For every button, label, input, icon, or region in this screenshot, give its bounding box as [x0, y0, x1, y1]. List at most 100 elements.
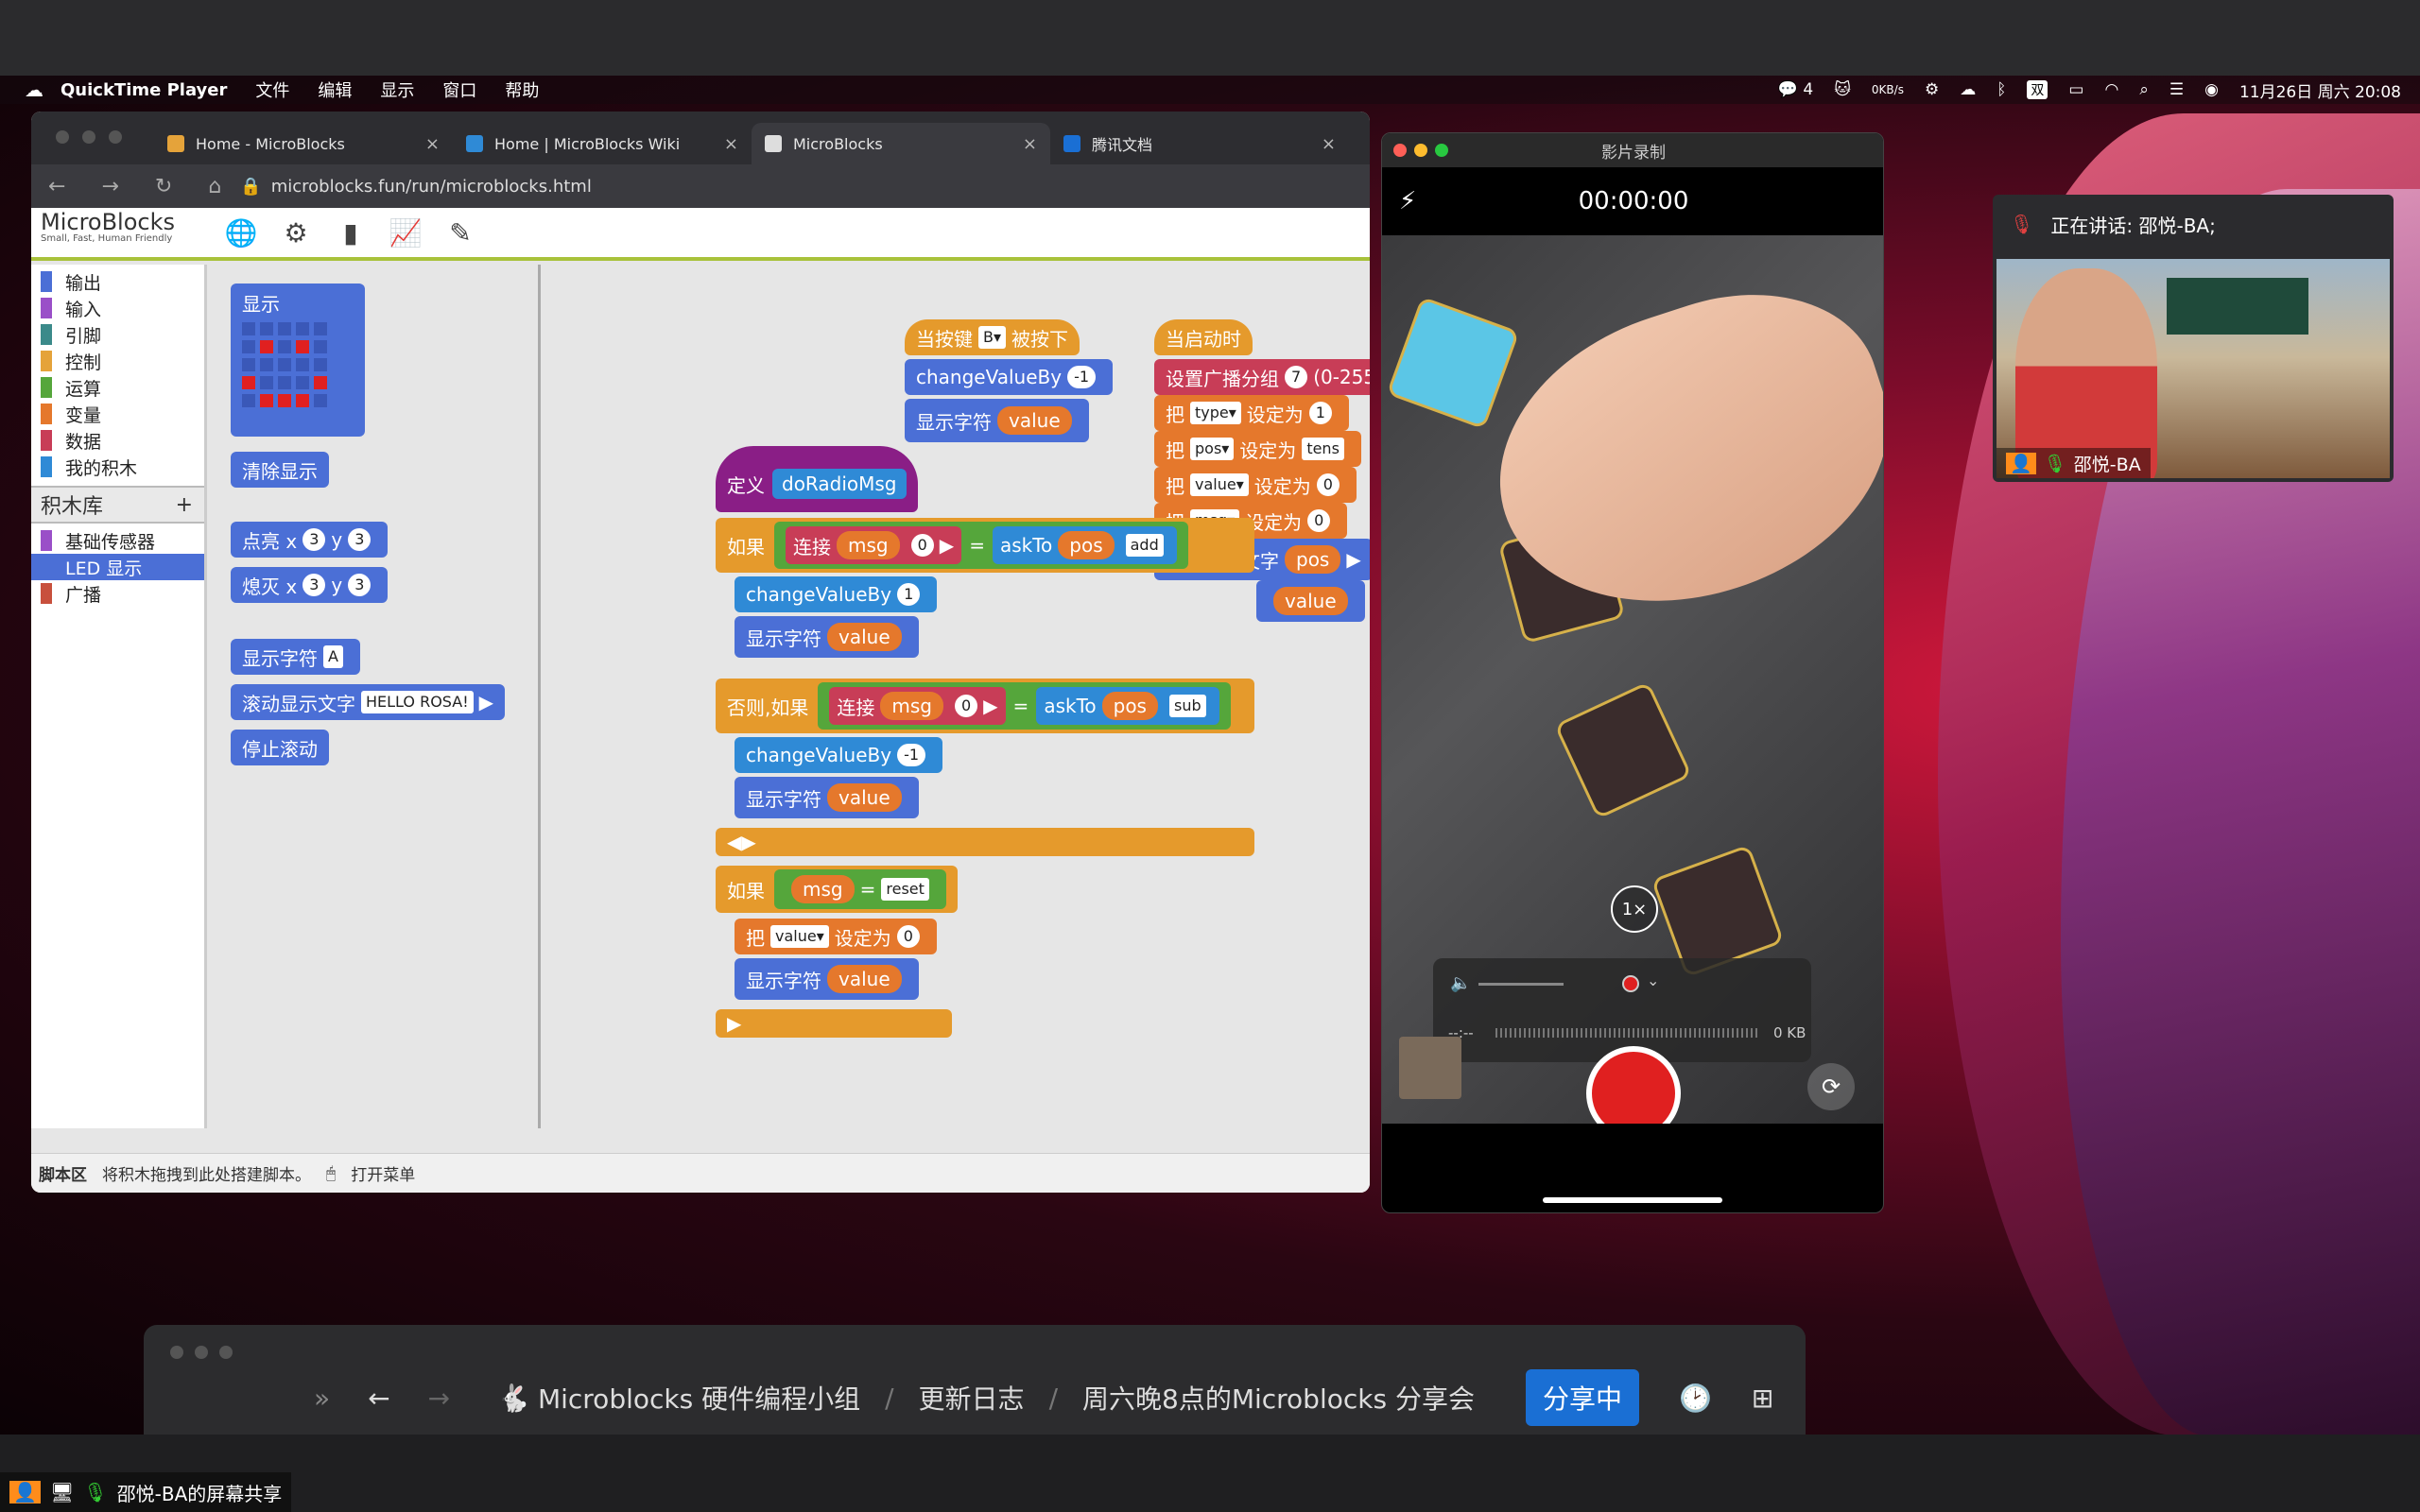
pos-variable[interactable]: pos — [1058, 531, 1115, 559]
back-icon[interactable]: ← — [368, 1383, 389, 1414]
category-item[interactable]: 数据 — [31, 427, 204, 454]
close-button[interactable] — [170, 1346, 183, 1359]
reload-icon[interactable]: ↻ — [155, 175, 172, 198]
change-value-block[interactable]: changeValueBy -1 — [905, 359, 1114, 395]
show-char-block[interactable]: 显示字符 value — [735, 616, 919, 658]
globe-icon[interactable]: 🌐 — [225, 217, 258, 249]
led-cell[interactable] — [260, 340, 273, 353]
expand-icon[interactable]: » — [314, 1383, 330, 1414]
text-input[interactable]: tens — [1302, 438, 1344, 460]
if-block[interactable]: 如果 连接 msg 0 ▶ = askTo pos add — [716, 518, 1254, 573]
gear-icon[interactable]: ⚙ — [281, 217, 311, 249]
apple-icon[interactable]: ☁ — [25, 78, 43, 101]
led-cell[interactable] — [278, 376, 291, 389]
led-cell[interactable] — [296, 394, 309, 407]
zoom-button[interactable] — [219, 1346, 233, 1359]
ime-indicator[interactable]: 双 — [2027, 80, 2048, 99]
stop-scroll-block[interactable]: 停止滚动 — [231, 730, 329, 765]
led-cell[interactable] — [314, 340, 327, 353]
number-input[interactable]: 1 — [1308, 402, 1332, 424]
button-dropdown[interactable]: B▾ — [978, 326, 1007, 349]
msg-variable[interactable]: msg — [837, 531, 900, 559]
value-variable[interactable]: value — [827, 965, 902, 993]
url-field[interactable]: microblocks.fun/run/microblocks.html — [271, 177, 592, 197]
zoom-badge[interactable]: 1× — [1611, 885, 1658, 933]
menu-help[interactable]: 帮助 — [505, 77, 539, 102]
arrow-icon[interactable]: ▶ — [1346, 548, 1360, 571]
minimize-button[interactable] — [82, 130, 95, 144]
category-item[interactable]: 运算 — [31, 374, 204, 401]
number-input[interactable]: 0 — [1307, 509, 1331, 532]
text-input[interactable]: HELLO ROSA! — [361, 691, 474, 713]
x-input[interactable]: 3 — [302, 574, 326, 596]
category-item[interactable]: 我的积木 — [31, 454, 204, 480]
askto-block[interactable]: askTo pos sub — [1036, 687, 1219, 725]
equals-operator[interactable]: msg = reset — [774, 869, 946, 909]
value-variable[interactable]: value — [1273, 587, 1348, 615]
led-cell[interactable] — [278, 322, 291, 335]
value-variable[interactable]: value — [997, 406, 1072, 435]
change-value-block[interactable]: changeValueBy 1 — [735, 576, 938, 612]
join-block[interactable]: 连接 msg 0 ▶ — [786, 526, 962, 564]
thumbnail[interactable] — [1399, 1037, 1461, 1099]
value-variable[interactable]: value — [827, 623, 902, 651]
char-input[interactable]: A — [323, 645, 343, 668]
led-cell[interactable] — [260, 358, 273, 371]
number-input[interactable]: 0 — [896, 925, 920, 948]
define-hat[interactable]: 定义 doRadioMsg — [716, 446, 918, 512]
change-value-block[interactable]: changeValueBy -1 — [735, 737, 943, 773]
msg-variable[interactable]: msg — [880, 692, 943, 720]
equals-operator[interactable]: 连接 msg 0 ▶ = askTo pos sub — [818, 682, 1231, 730]
y-input[interactable]: 3 — [348, 574, 372, 596]
zoom-button[interactable] — [109, 130, 122, 144]
led-cell[interactable] — [314, 358, 327, 371]
breadcrumb-changelog[interactable]: 更新日志 — [919, 1379, 1025, 1417]
show-char-block[interactable]: 显示字符 value — [735, 958, 919, 1000]
mic-muted-icon[interactable]: 🎙 — [2010, 213, 2033, 235]
show-char-block[interactable]: 显示字符 value — [735, 777, 919, 818]
breadcrumb-session[interactable]: 周六晚8点的Microblocks 分享会 — [1082, 1379, 1475, 1417]
sharing-button[interactable]: 分享中 — [1525, 1369, 1639, 1426]
text-input[interactable]: add — [1125, 534, 1164, 557]
back-icon[interactable]: ← — [48, 175, 65, 198]
switch-camera-icon[interactable]: ⟳ — [1807, 1063, 1855, 1110]
search-icon[interactable]: ⌕ — [2139, 80, 2149, 99]
minimize-button[interactable] — [1414, 144, 1427, 157]
led-cell[interactable] — [242, 322, 255, 335]
number-input[interactable]: 0 — [910, 534, 934, 557]
scroll-value-block[interactable]: value — [1256, 580, 1365, 622]
volume-mute-icon[interactable]: 🔈 — [1450, 973, 1471, 993]
volume-slider[interactable] — [1478, 983, 1564, 986]
x-input[interactable]: 3 — [302, 528, 326, 551]
number-input[interactable]: 0 — [1316, 473, 1340, 496]
clock[interactable]: 11月26日 周六 20:08 — [2239, 78, 2401, 102]
menu-app-name[interactable]: QuickTime Player — [60, 80, 227, 100]
wifi-icon[interactable]: ◠ — [2104, 80, 2118, 99]
close-icon[interactable]: × — [1322, 134, 1336, 154]
led-grid[interactable] — [242, 322, 327, 407]
else-if-block[interactable]: 否则,如果 连接 msg 0 ▶ = askTo pos sub — [716, 679, 1254, 733]
tab-microblocks-home[interactable]: Home - MicroBlocks × — [154, 123, 453, 164]
cloud-icon[interactable]: ☁ — [1960, 80, 1976, 99]
menu-edit[interactable]: 编辑 — [318, 77, 352, 102]
led-cell[interactable] — [260, 322, 273, 335]
when-button-hat[interactable]: 当按键 B▾ 被按下 — [905, 319, 1080, 355]
scroll-text-block[interactable]: 滚动显示文字 HELLO ROSA! ▶ — [231, 684, 505, 720]
close-button[interactable] — [56, 130, 69, 144]
msg-variable[interactable]: msg — [791, 875, 855, 903]
led-cell[interactable] — [296, 340, 309, 353]
led-cell[interactable] — [278, 358, 291, 371]
zoom-button[interactable] — [1435, 144, 1448, 157]
graph-icon[interactable]: 📈 — [389, 217, 423, 249]
breadcrumb-group[interactable]: Microblocks 硬件编程小组 — [538, 1379, 860, 1417]
set-value-block[interactable]: 把 value▾ 设定为 0 — [1154, 467, 1357, 503]
led-cell[interactable] — [296, 376, 309, 389]
wechat-icon[interactable]: 💬 4 — [1778, 80, 1813, 99]
category-item[interactable]: 控制 — [31, 348, 204, 374]
close-icon[interactable]: × — [724, 134, 738, 154]
unplot-block[interactable]: 熄灭 x3y3 — [231, 567, 389, 603]
control-center-icon[interactable]: ☰ — [2169, 80, 2184, 99]
category-item[interactable]: 变量 — [31, 401, 204, 427]
when-started-hat[interactable]: 当启动时 — [1154, 319, 1253, 355]
set-value-block[interactable]: 把 value▾ 设定为 0 — [735, 919, 937, 954]
